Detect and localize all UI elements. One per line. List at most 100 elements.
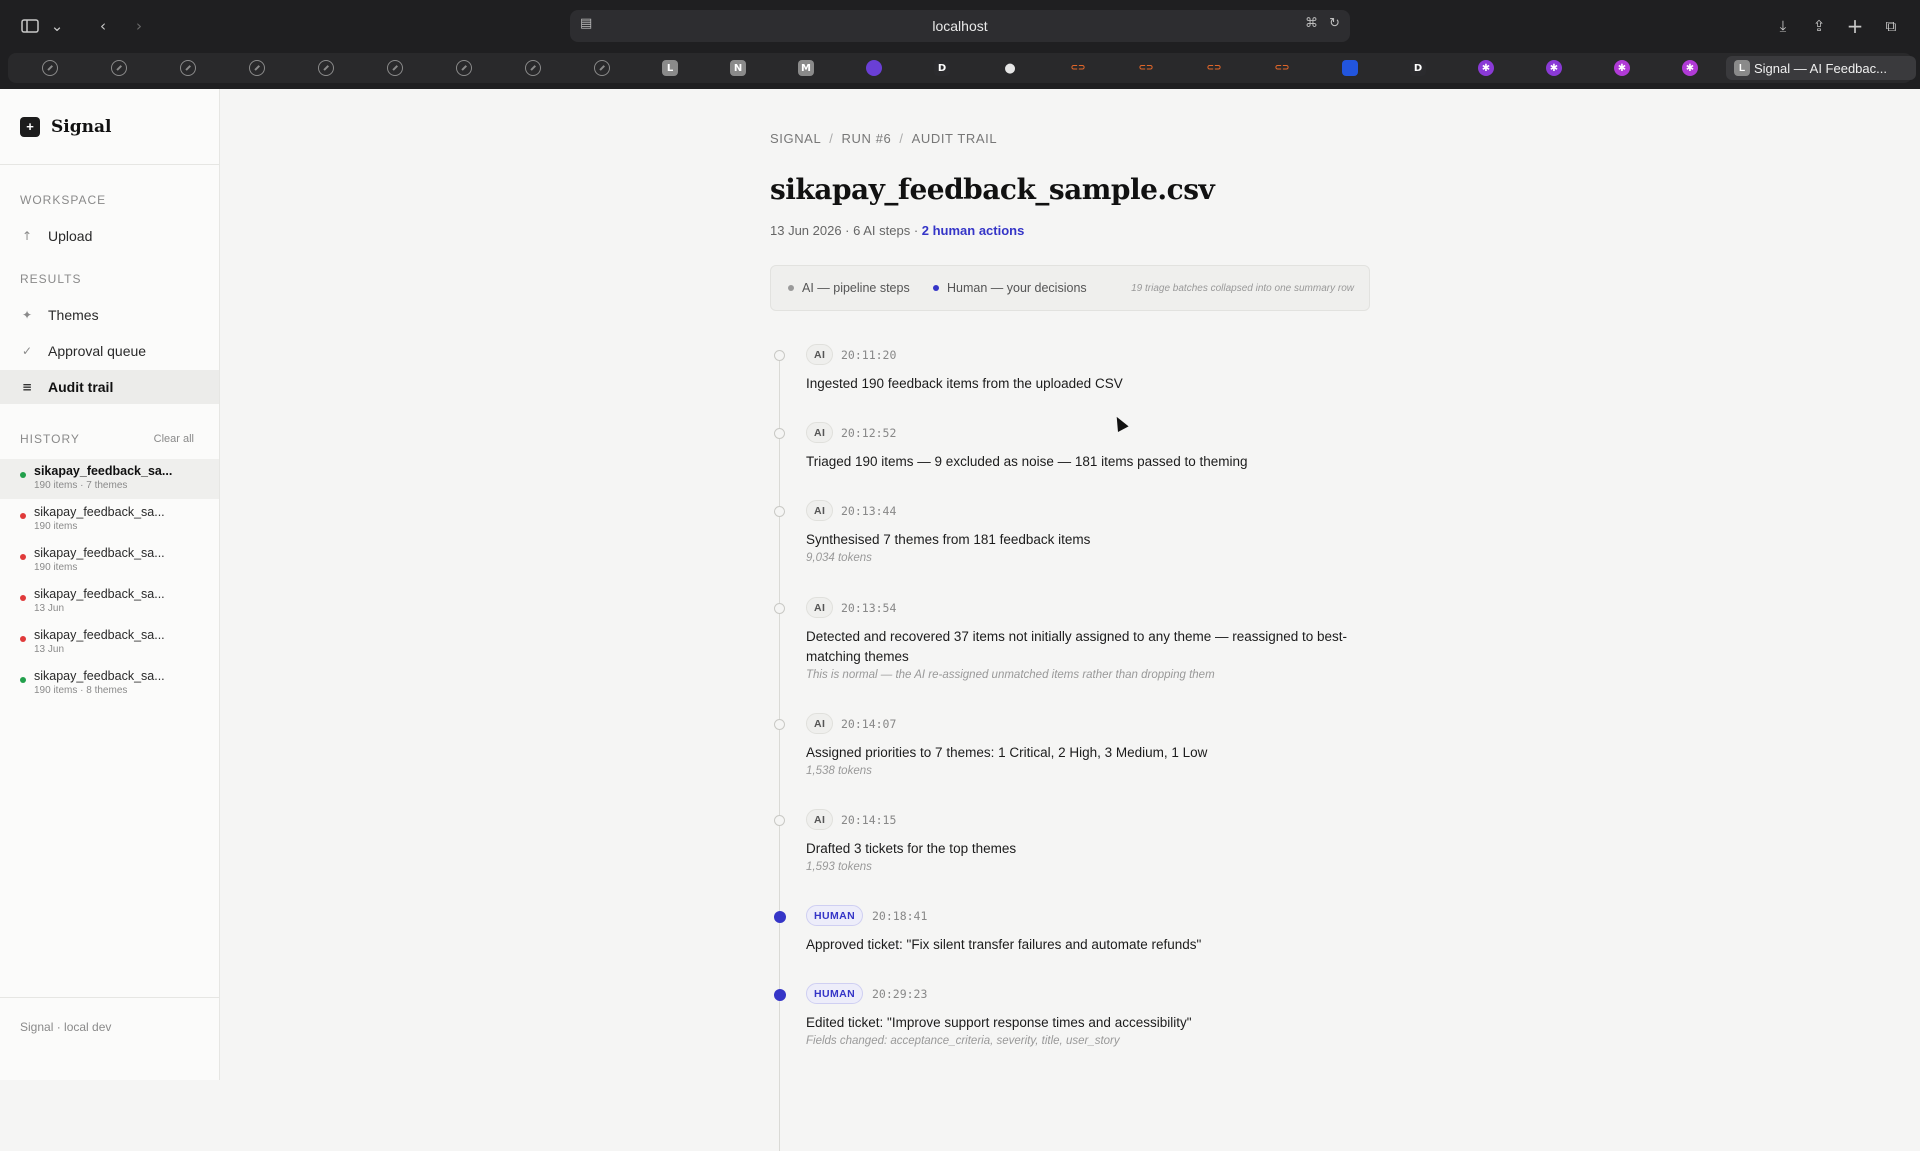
url-text: localhost: [932, 18, 988, 34]
github-icon[interactable]: ●: [1002, 60, 1018, 76]
tab-overview-icon[interactable]: ⧉: [1880, 13, 1902, 39]
asterisk-icon[interactable]: ✱: [1614, 60, 1630, 76]
favorite-m-icon[interactable]: M: [798, 60, 814, 76]
status-dot-icon: [20, 636, 26, 642]
compass-icon[interactable]: [318, 60, 334, 76]
compass-icon[interactable]: [42, 60, 58, 76]
breadcrumb-signal[interactable]: SIGNAL: [770, 131, 821, 146]
back-icon[interactable]: ‹: [92, 13, 114, 39]
translate-icon[interactable]: ⌘: [1305, 16, 1318, 31]
compass-icon[interactable]: [456, 60, 472, 76]
event-text: Detected and recovered 37 items not init…: [806, 629, 1348, 664]
actor-badge: HUMAN: [806, 983, 864, 1004]
sidebar-item-themes[interactable]: ✦ Themes: [0, 298, 219, 332]
bracket-icon[interactable]: ⊂⊃: [1274, 60, 1290, 76]
tab-favicon: L: [1734, 60, 1750, 76]
compass-icon[interactable]: [387, 60, 403, 76]
event-text: Drafted 3 tickets for the top themes: [806, 841, 1017, 856]
browser-chrome: ⌄ ‹ › ▤ localhost ⌘ ↻ ⤓ ⇪ + ⧉ L Signal —…: [0, 0, 1920, 89]
history-item-title: sikapay_feedback_sa...: [34, 628, 165, 642]
bracket-icon[interactable]: ⊂⊃: [1206, 60, 1222, 76]
event-time: 20:14:07: [841, 717, 897, 731]
history-item[interactable]: sikapay_feedback_sa... 190 items: [0, 541, 219, 581]
reload-icon[interactable]: ↻: [1329, 16, 1340, 31]
legend-human-label: Human — your decisions: [947, 281, 1087, 295]
active-tab[interactable]: L Signal — AI Feedbac...: [1726, 56, 1916, 80]
history-item[interactable]: sikapay_feedback_sa... 13 Jun: [0, 623, 219, 663]
legend-human: Human — your decisions: [933, 281, 1087, 295]
actor-badge: AI: [806, 422, 834, 443]
page-title: sikapay_feedback_sample.csv: [770, 173, 1215, 206]
breadcrumb: SIGNAL / RUN #6 / AUDIT TRAIL: [770, 131, 997, 146]
favorite-d-icon[interactable]: D: [934, 60, 950, 76]
download-icon[interactable]: ⤓: [1772, 13, 1794, 39]
compass-icon[interactable]: [180, 60, 196, 76]
flag-icon[interactable]: [1342, 60, 1358, 76]
timeline-node-icon: [774, 911, 786, 923]
history-item-sub: 190 items: [34, 562, 78, 573]
history-item-sub: 13 Jun: [34, 603, 65, 614]
chevron-down-icon[interactable]: ⌄: [48, 13, 66, 39]
clear-all-button[interactable]: Clear all: [154, 433, 194, 445]
footer-text: Signal · local dev: [20, 1020, 112, 1034]
history-item-title: sikapay_feedback_sa...: [34, 464, 173, 478]
new-tab-icon[interactable]: +: [1844, 13, 1866, 39]
favorite-n-icon[interactable]: N: [730, 60, 746, 76]
sidebar-item-upload[interactable]: ↑ Upload: [0, 219, 219, 253]
timeline-line: [779, 351, 780, 1151]
human-actions-link[interactable]: 2 human actions: [922, 223, 1025, 238]
compass-icon[interactable]: [249, 60, 265, 76]
address-bar[interactable]: ▤ localhost ⌘ ↻: [570, 10, 1350, 42]
favorite-l-icon[interactable]: L: [662, 60, 678, 76]
favorites-bar: L Signal — AI Feedbac... L N M D ● ⊂⊃ ⊂⊃ ⊂⊃ ⊂⊃ D ✱…: [8, 53, 1916, 83]
history-item-sub: 13 Jun: [34, 644, 65, 655]
sidebar-item-label: Themes: [48, 307, 99, 323]
breadcrumb-separator: /: [899, 131, 904, 146]
compass-icon[interactable]: [525, 60, 541, 76]
sidebar-item-audit-trail[interactable]: ≡ Audit trail: [0, 370, 219, 404]
history-item-title: sikapay_feedback_sa...: [34, 669, 165, 683]
signal-logo-icon: +: [20, 116, 40, 137]
forward-icon[interactable]: ›: [128, 13, 150, 39]
event-subtext: This is normal — the AI re-assigned unma…: [806, 669, 1215, 681]
brand[interactable]: + Signal: [0, 89, 219, 165]
history-item-sub: 190 items: [34, 521, 78, 532]
asterisk-icon[interactable]: ✱: [1682, 60, 1698, 76]
run-meta: 13 Jun 2026 · 6 AI steps · 2 human actio…: [770, 223, 1024, 238]
asterisk-icon[interactable]: ✱: [1546, 60, 1562, 76]
mouse-cursor-icon: [1111, 414, 1129, 432]
orb-icon[interactable]: [866, 60, 882, 76]
compass-icon[interactable]: [111, 60, 127, 76]
event-time: 20:12:52: [841, 426, 897, 440]
human-dot-icon: [933, 285, 939, 291]
history-item[interactable]: sikapay_feedback_sa... 190 items · 8 them…: [0, 664, 219, 704]
ai-dot-icon: [788, 285, 794, 291]
legend-ai-label: AI — pipeline steps: [802, 281, 910, 295]
legend: AI — pipeline steps Human — your decisio…: [770, 265, 1370, 311]
history-item[interactable]: sikapay_feedback_sa... 190 items · 7 them…: [0, 459, 219, 499]
compass-icon[interactable]: [594, 60, 610, 76]
check-icon: ✓: [22, 344, 33, 358]
sidebar-toggle-icon[interactable]: [18, 13, 42, 39]
bracket-icon[interactable]: ⊂⊃: [1070, 60, 1086, 76]
share-icon[interactable]: ⇪: [1808, 13, 1830, 39]
sidebar-item-label: Upload: [48, 228, 93, 244]
bracket-icon[interactable]: ⊂⊃: [1138, 60, 1154, 76]
status-dot-icon: [20, 472, 26, 478]
event-time: 20:14:15: [841, 813, 897, 827]
favorite-d-icon[interactable]: D: [1410, 60, 1426, 76]
actor-badge: AI: [806, 597, 834, 618]
asterisk-icon[interactable]: ✱: [1478, 60, 1494, 76]
breadcrumb-run[interactable]: RUN #6: [842, 131, 892, 146]
event-subtext: 1,593 tokens: [806, 861, 872, 873]
event-text: Ingested 190 feedback items from the upl…: [806, 376, 1123, 391]
event-subtext: 9,034 tokens: [806, 552, 872, 564]
history-item-title: sikapay_feedback_sa...: [34, 587, 165, 601]
actor-badge: AI: [806, 809, 834, 830]
history-item-sub: 190 items · 7 themes: [34, 480, 128, 491]
sidebar-item-approval-queue[interactable]: ✓ Approval queue: [0, 334, 219, 368]
event-subtext: Fields changed: acceptance_criteria, sev…: [806, 1035, 1120, 1047]
history-item[interactable]: sikapay_feedback_sa... 13 Jun: [0, 582, 219, 622]
history-item[interactable]: sikapay_feedback_sa... 190 items: [0, 500, 219, 540]
timeline-node-icon: [774, 506, 785, 517]
